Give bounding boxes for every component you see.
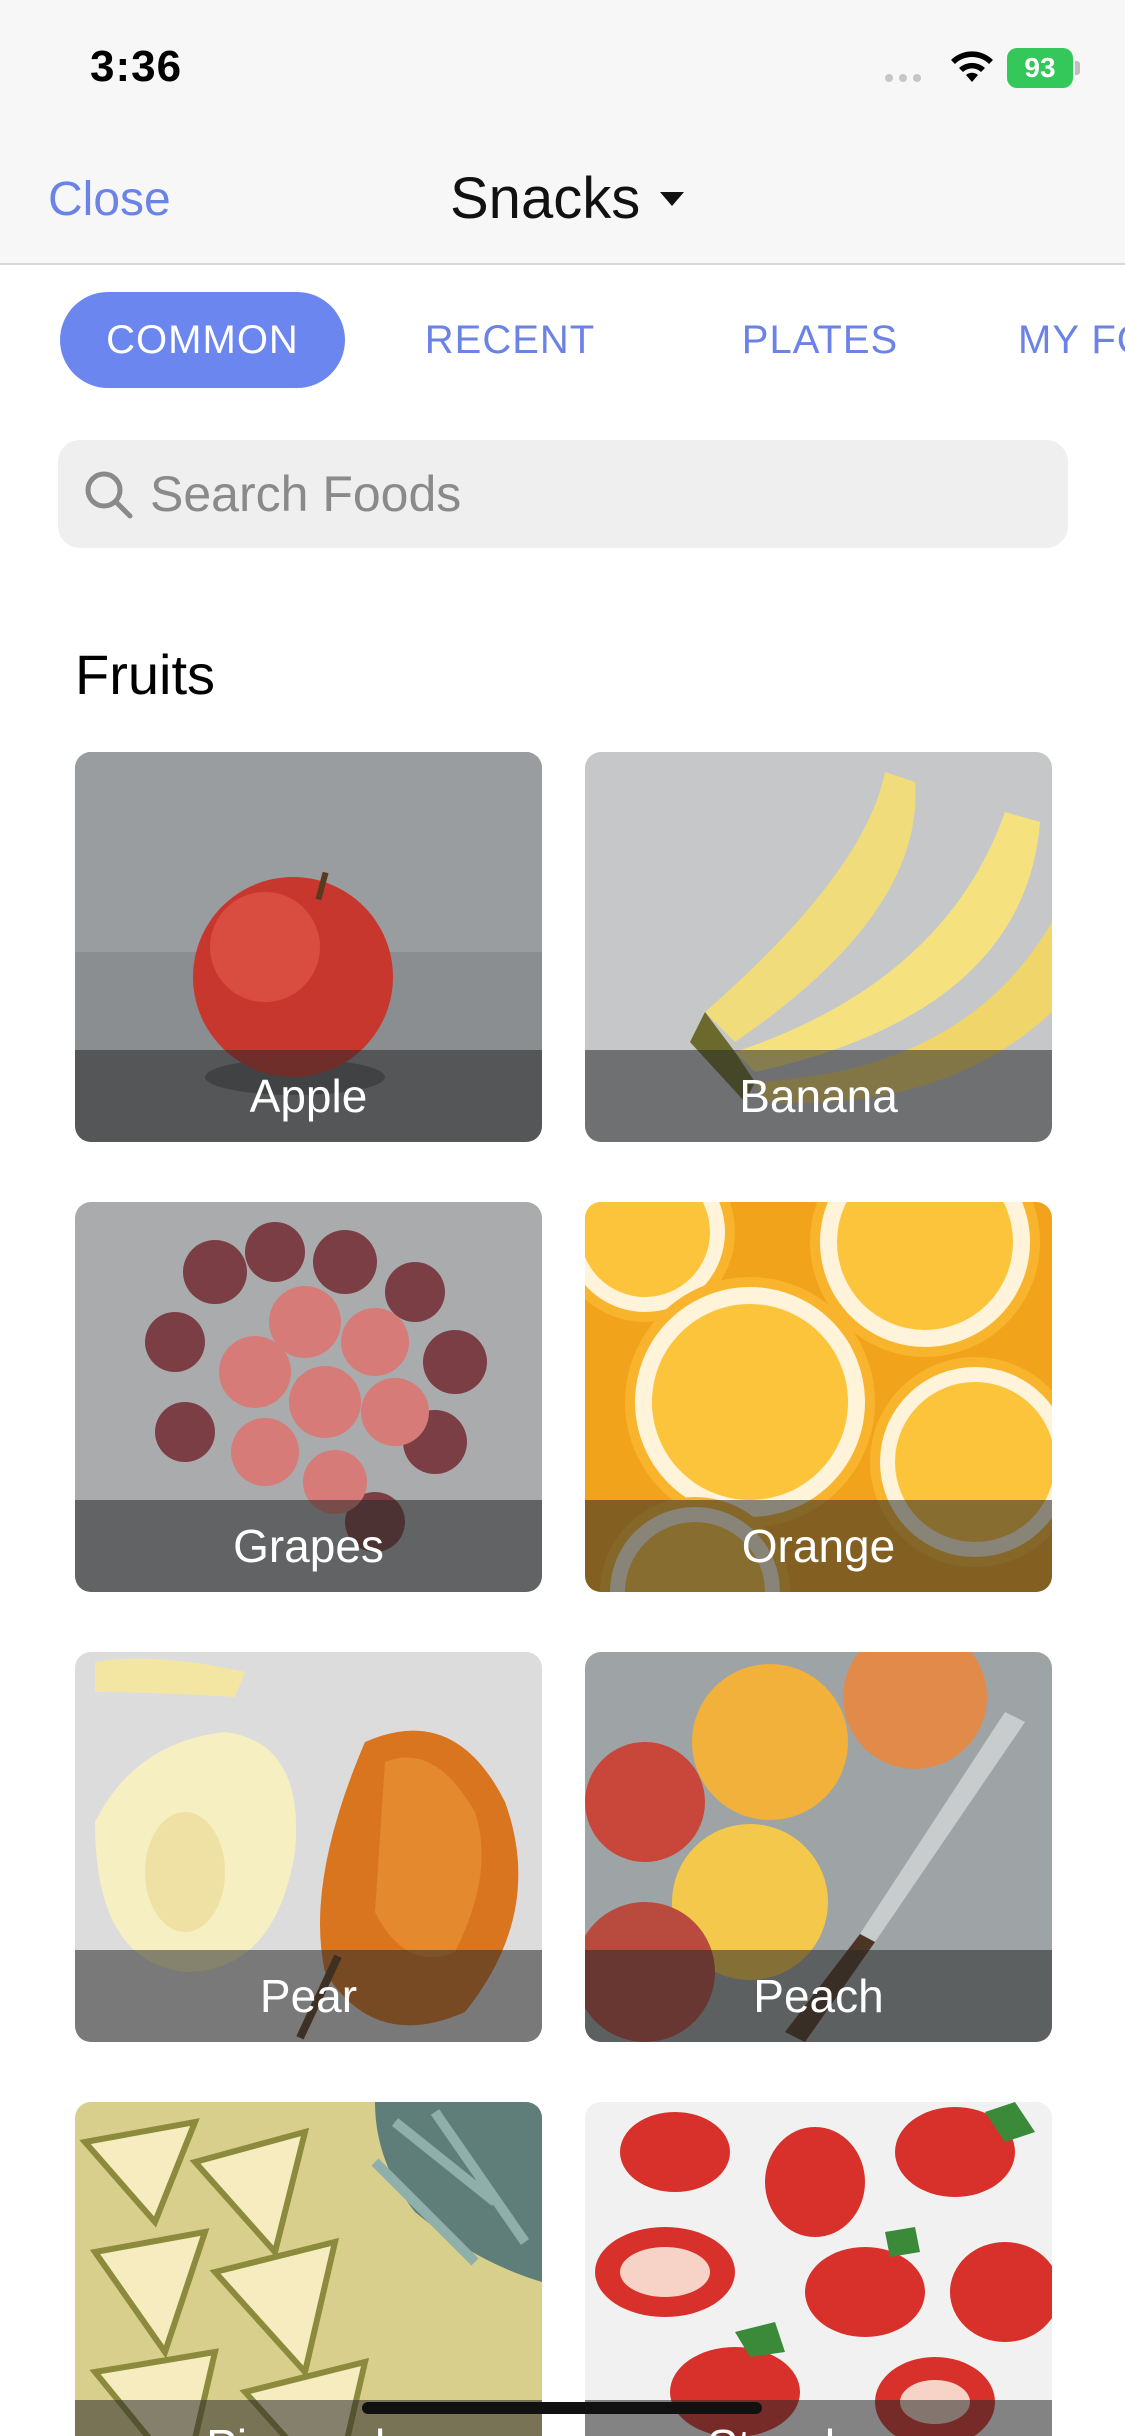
search-icon	[85, 471, 133, 519]
food-label: Banana	[739, 1070, 898, 1122]
food-label: Apple	[249, 1070, 368, 1122]
food-label: Peach	[753, 1970, 884, 2022]
search-bar[interactable]	[58, 440, 1068, 548]
status-time: 3:36	[90, 42, 183, 91]
tab-my-foods[interactable]: MY FO	[1018, 292, 1125, 388]
food-label: Orange	[741, 1520, 896, 1572]
meal-selector[interactable]: Snacks	[450, 165, 686, 232]
tab-recent[interactable]: RECENT	[400, 292, 620, 388]
search-input[interactable]	[150, 440, 1040, 548]
page-title: Snacks	[450, 166, 641, 231]
food-tile-grapes[interactable]: Grapes	[75, 1202, 542, 1592]
battery-icon: 93	[1007, 48, 1080, 88]
section-title: Fruits	[75, 643, 215, 706]
home-indicator[interactable]	[362, 2402, 762, 2414]
cellular-signal-icon	[885, 70, 925, 84]
top-bar: 3:36 93 Close Snacks	[0, 0, 1125, 265]
pineapple-image	[75, 2102, 542, 2436]
battery-level: 93	[1007, 48, 1073, 88]
food-tile-strawberry[interactable]: Strawberry	[585, 2102, 1052, 2436]
food-tile-peach[interactable]: Peach	[585, 1652, 1052, 2042]
food-tile-orange[interactable]: Orange	[585, 1202, 1052, 1592]
wifi-icon	[951, 51, 993, 82]
food-tabs: COMMON RECENT PLATES MY FO	[0, 292, 1125, 392]
food-tile-apple[interactable]: Apple	[75, 752, 542, 1142]
food-tile-pineapple[interactable]: Pineapple	[75, 2102, 542, 2436]
food-label: Pineapple	[206, 2419, 411, 2436]
tab-plates[interactable]: PLATES	[710, 292, 930, 388]
food-label: Strawberry	[707, 2419, 929, 2436]
food-tile-pear[interactable]: Pear	[75, 1652, 542, 2042]
food-label: Grapes	[233, 1520, 384, 1572]
food-tile-banana[interactable]: Banana	[585, 752, 1052, 1142]
tab-common[interactable]: COMMON	[60, 292, 345, 388]
strawberry-image	[585, 2102, 1052, 2436]
food-label: Pear	[259, 1970, 358, 2022]
caret-down-icon	[660, 191, 685, 206]
close-button[interactable]: Close	[48, 172, 171, 227]
